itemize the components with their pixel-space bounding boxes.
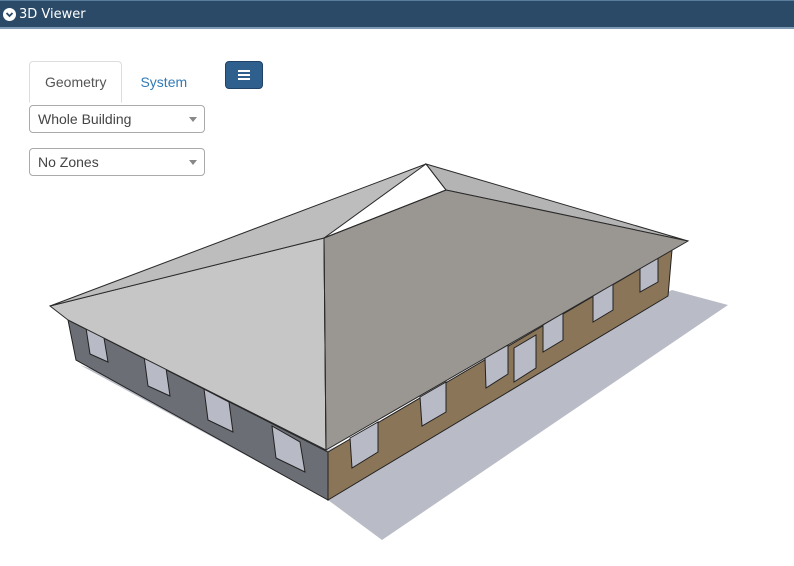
3d-building-viewport[interactable] xyxy=(0,0,794,566)
